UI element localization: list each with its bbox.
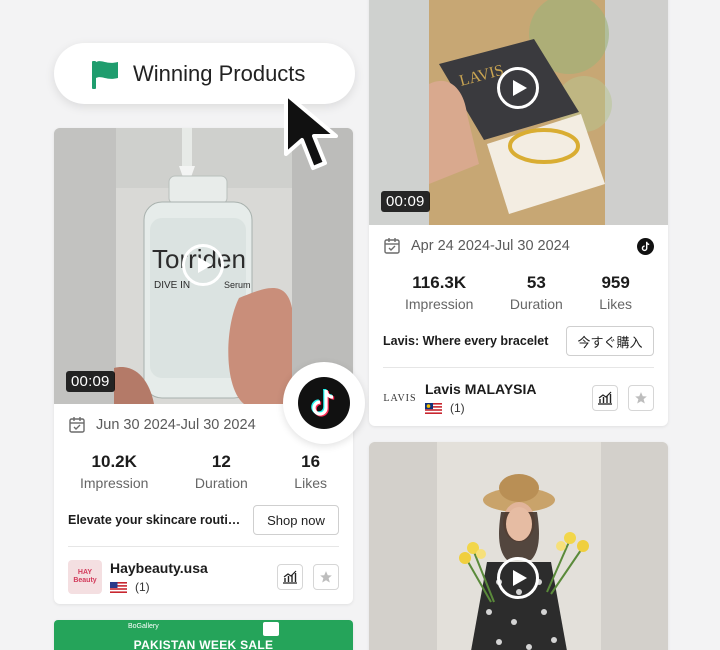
shop-avatar[interactable]: LAVIS — [383, 381, 417, 415]
us-flag-icon — [110, 581, 127, 593]
date-range-row: Apr 24 2024-Jul 30 2024 — [383, 237, 654, 255]
favorite-button[interactable] — [628, 385, 654, 411]
divider — [383, 367, 654, 368]
stats-row: 10.2K Impression 12 Duration 16 Likes — [68, 452, 339, 491]
region-count: (1) — [450, 401, 465, 415]
malaysia-flag-icon — [425, 402, 442, 414]
buy-now-button[interactable]: 今すぐ購入 — [566, 326, 654, 356]
date-range: Apr 24 2024-Jul 30 2024 — [411, 238, 570, 254]
stat-impression: 116.3K Impression — [405, 273, 474, 312]
video-thumbnail[interactable]: LAVIS 00:09 — [369, 0, 668, 225]
ad-title: PAKISTAN WEEK SALE — [133, 638, 274, 650]
favorite-button[interactable] — [313, 564, 339, 590]
play-icon[interactable] — [497, 67, 539, 109]
shop-now-button[interactable]: Shop now — [253, 505, 339, 535]
product-description: Lavis: Where every bracelet — [383, 334, 549, 348]
video-thumbnail[interactable] — [369, 442, 668, 650]
duration-badge: 00:09 — [381, 191, 430, 212]
bottle-line-text: DIVE IN — [154, 280, 190, 291]
tiktok-small-icon — [637, 237, 654, 255]
analytics-button[interactable] — [277, 564, 303, 590]
region-count: (1) — [135, 580, 150, 594]
cursor-icon — [284, 92, 338, 170]
calendar-icon — [68, 416, 86, 434]
ad-brand: BoGallery — [128, 623, 159, 630]
flag-icon — [92, 60, 118, 89]
stat-duration: 53 Duration — [509, 273, 563, 312]
calendar-icon — [383, 237, 401, 255]
stat-impression: 10.2K Impression — [80, 452, 149, 491]
tiktok-icon — [311, 388, 335, 417]
shop-row: HAY Beauty Haybeauty.usa (1) — [68, 560, 339, 594]
chart-icon — [598, 391, 612, 405]
play-icon[interactable] — [497, 557, 539, 599]
stat-likes: 959 Likes — [599, 273, 632, 312]
ad-corner-logo — [263, 622, 279, 636]
duration-badge: 00:09 — [66, 371, 115, 392]
shop-row: LAVIS Lavis MALAYSIA (1) — [383, 381, 654, 415]
bottle-type-text: Serum — [224, 280, 251, 290]
shop-name[interactable]: Haybeauty.usa — [110, 560, 277, 576]
shop-avatar[interactable]: HAY Beauty — [68, 560, 102, 594]
play-icon[interactable] — [182, 244, 224, 286]
chart-icon — [283, 570, 297, 584]
product-card-4[interactable]: BoGallery PAKISTAN WEEK SALE — [54, 620, 353, 650]
shop-name[interactable]: Lavis MALAYSIA — [425, 381, 592, 397]
product-description: Elevate your skincare routine — [68, 513, 242, 527]
star-icon — [635, 392, 647, 404]
product-card-2[interactable]: LAVIS 00:09 Apr 24 2024-Jul 30 2024 116.… — [369, 0, 668, 426]
banner-title: Winning Products — [133, 60, 306, 86]
star-icon — [320, 571, 332, 583]
date-range: Jun 30 2024-Jul 30 2024 — [96, 417, 256, 433]
divider — [68, 546, 339, 547]
product-card-3[interactable] — [369, 442, 668, 650]
stat-likes: 16 Likes — [294, 452, 327, 491]
fashion-model-image — [369, 442, 668, 650]
stats-row: 116.3K Impression 53 Duration 959 Likes — [383, 273, 654, 312]
analytics-button[interactable] — [592, 385, 618, 411]
tiktok-badge — [283, 362, 365, 444]
stat-duration: 12 Duration — [194, 452, 248, 491]
